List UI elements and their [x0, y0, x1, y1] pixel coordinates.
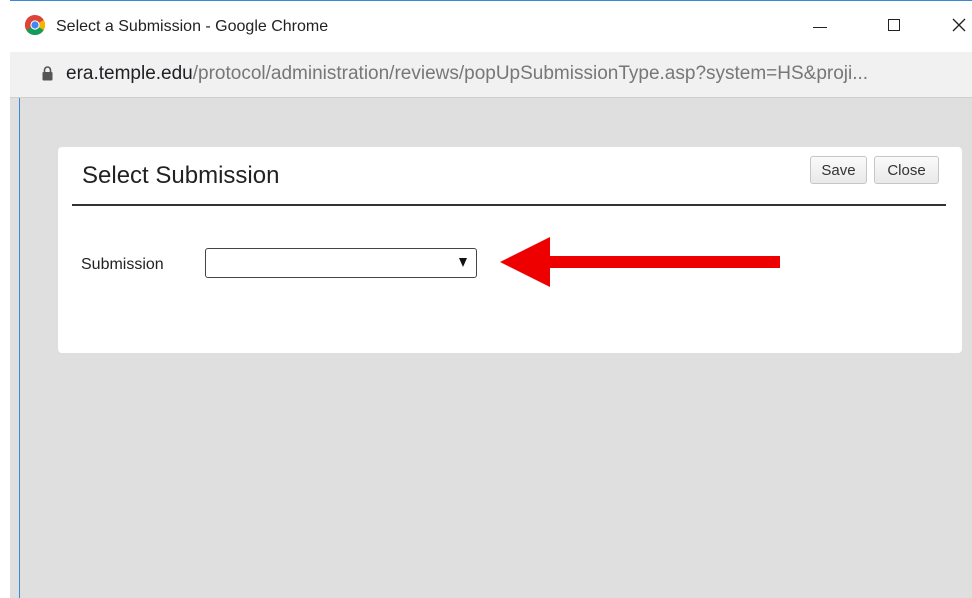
maximize-icon: [888, 19, 900, 31]
url-text[interactable]: era.temple.edu/protocol/administration/r…: [66, 63, 868, 85]
select-submission-dialog: Select Submission Save Close Submission: [58, 147, 962, 353]
save-button[interactable]: Save: [810, 156, 867, 184]
lock-icon: [42, 66, 53, 81]
close-icon: [952, 18, 966, 32]
dropdown-arrow-icon: [459, 258, 467, 267]
close-button[interactable]: Close: [874, 156, 939, 184]
url-domain: era.temple.edu: [66, 63, 193, 84]
browser-window: Select a Submission - Google Chrome era.…: [0, 0, 972, 598]
maximize-button[interactable]: [871, 7, 917, 43]
url-path: /protocol/administration/reviews/popUpSu…: [192, 63, 869, 84]
minimize-icon: [813, 26, 827, 28]
dialog-title: Select Submission: [82, 162, 280, 189]
title-bar: Select a Submission - Google Chrome: [10, 0, 972, 52]
minimize-button[interactable]: [797, 7, 843, 43]
red-arrow-annotation: [500, 237, 780, 287]
page-content: Select Submission Save Close Submission: [20, 98, 972, 598]
close-window-button[interactable]: [936, 7, 972, 43]
submission-label: Submission: [81, 256, 164, 273]
window-title: Select a Submission - Google Chrome: [56, 18, 329, 35]
submission-select[interactable]: [205, 248, 477, 278]
address-bar[interactable]: era.temple.edu/protocol/administration/r…: [10, 52, 972, 98]
chrome-logo-icon: [25, 15, 45, 35]
title-divider: [72, 204, 946, 206]
